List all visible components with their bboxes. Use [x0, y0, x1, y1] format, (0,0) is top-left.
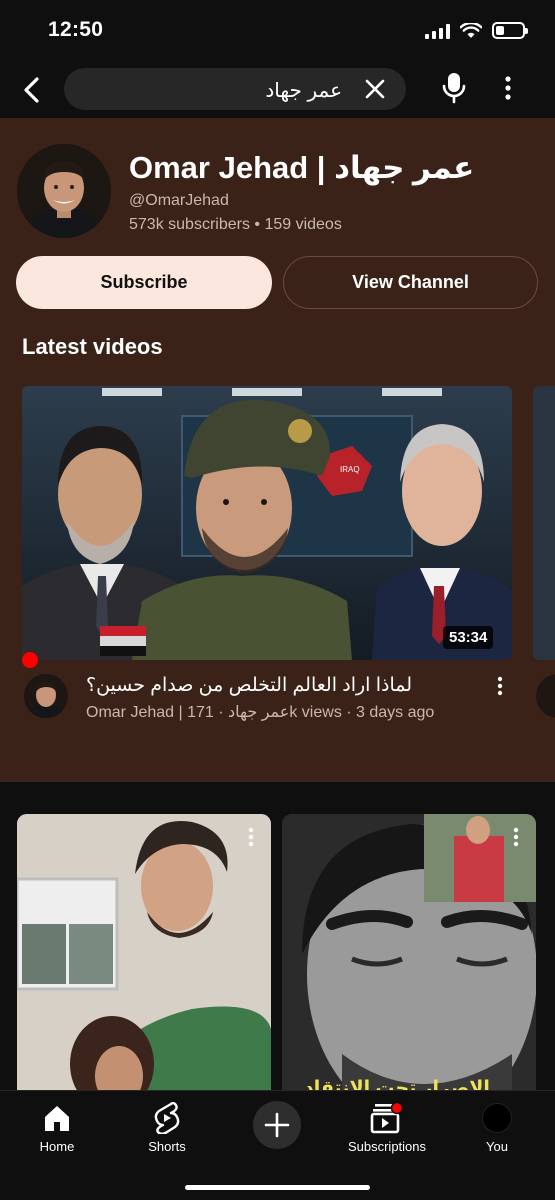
channel-avatar[interactable] — [17, 144, 111, 238]
next-video-thumbnail[interactable] — [533, 386, 555, 660]
back-button[interactable] — [14, 72, 50, 108]
view-channel-button[interactable]: View Channel — [283, 256, 538, 309]
you-avatar — [482, 1103, 512, 1133]
create-icon — [264, 1112, 290, 1138]
cellular-signal-icon — [425, 23, 450, 39]
channel-name[interactable]: Omar Jehad | عمر جهاد — [129, 150, 474, 186]
video-channel-avatar[interactable] — [24, 674, 68, 718]
more-vertical-icon — [248, 827, 254, 847]
video-more-button[interactable] — [488, 674, 512, 698]
wifi-icon — [460, 22, 482, 38]
battery-icon — [492, 22, 528, 39]
watch-progress-dot — [22, 652, 38, 668]
nav-home-label: Home — [39, 1139, 75, 1154]
more-options-button[interactable] — [494, 70, 522, 106]
channel-stats: 573k subscribers • 159 videos — [129, 216, 342, 233]
more-vertical-icon — [513, 827, 519, 847]
status-bar: 12:50 — [0, 0, 555, 60]
nav-subscriptions[interactable]: Subscriptions — [337, 1101, 437, 1154]
video-duration: 53:34 — [443, 626, 494, 649]
video-title[interactable]: لماذا اراد العالم التخلص من صدام حسين؟ — [86, 674, 476, 697]
search-header: عمر جهاد — [0, 60, 555, 118]
home-icon — [45, 1106, 69, 1131]
next-video-channel-avatar[interactable] — [536, 674, 555, 718]
back-arrow-icon — [24, 77, 39, 103]
close-icon — [365, 79, 385, 99]
voice-search-button[interactable] — [436, 70, 472, 106]
more-vertical-icon — [505, 76, 511, 100]
short-more-button[interactable] — [241, 824, 261, 850]
nav-home[interactable]: Home — [7, 1101, 107, 1154]
microphone-icon — [442, 73, 466, 104]
clear-search-button[interactable] — [362, 76, 388, 102]
map-badge: IRAQ — [340, 465, 360, 474]
search-query: عمر جهاد — [265, 80, 342, 102]
subscribe-button[interactable]: Subscribe — [16, 256, 272, 309]
video-meta: Omar Jehad | عمر جهاد · 171k views · 3 d… — [86, 704, 435, 721]
nav-shorts[interactable]: Shorts — [117, 1101, 217, 1154]
latest-videos-heading: Latest videos — [22, 334, 163, 359]
status-icons — [425, 22, 528, 39]
shorts-icon — [154, 1102, 180, 1134]
channel-handle: @OmarJehad — [129, 192, 229, 209]
nav-shorts-label: Shorts — [148, 1139, 186, 1154]
battery-level — [496, 26, 504, 35]
bottom-navigation: Home Shorts Subscriptions You — [0, 1090, 555, 1200]
nav-subscriptions-label: Subscriptions — [347, 1139, 427, 1154]
home-indicator — [185, 1185, 370, 1190]
nav-you[interactable]: You — [447, 1101, 547, 1154]
status-time: 12:50 — [48, 18, 104, 41]
search-input[interactable]: عمر جهاد — [64, 68, 406, 110]
short-video-card[interactable] — [17, 814, 271, 1104]
nav-you-label: You — [486, 1139, 508, 1154]
video-thumbnail[interactable]: IRAQ — [22, 386, 512, 660]
create-button[interactable] — [253, 1101, 301, 1149]
channel-result-card: Omar Jehad | عمر جهاد @OmarJehad 573k su… — [0, 118, 555, 782]
short-video-card[interactable]: الإصرار تحت الانتقاد — [282, 814, 536, 1104]
subscriptions-icon — [370, 1102, 404, 1134]
short-more-button[interactable] — [506, 824, 526, 850]
more-vertical-icon — [497, 676, 503, 696]
